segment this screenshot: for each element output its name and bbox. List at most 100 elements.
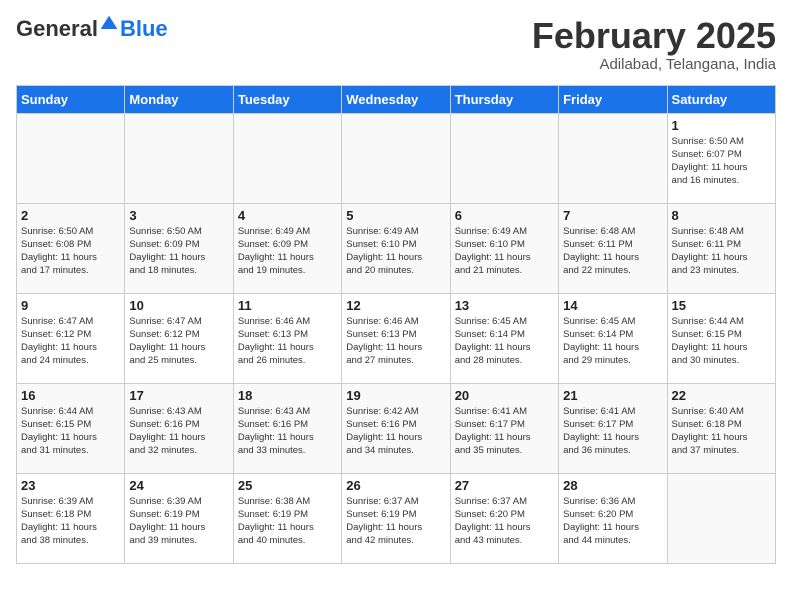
day-number: 7 [563, 208, 662, 223]
day-info: Sunrise: 6:44 AM Sunset: 6:15 PM Dayligh… [672, 315, 771, 368]
day-number: 2 [21, 208, 120, 223]
calendar-row: 2Sunrise: 6:50 AM Sunset: 6:08 PM Daylig… [17, 203, 776, 293]
day-info: Sunrise: 6:40 AM Sunset: 6:18 PM Dayligh… [672, 405, 771, 458]
table-row: 4Sunrise: 6:49 AM Sunset: 6:09 PM Daylig… [233, 203, 341, 293]
day-number: 19 [346, 388, 445, 403]
day-info: Sunrise: 6:39 AM Sunset: 6:18 PM Dayligh… [21, 495, 120, 548]
table-row: 14 Sunrise: 6:45 AM Sunset: 6:14 PM Dayli… [559, 293, 667, 383]
day-info: Sunrise: 6:46 AM Sunset: 6:13 PM Dayligh… [238, 315, 337, 368]
table-row: 8 Sunrise: 6:48 AM Sunset: 6:11 PM Daylig… [667, 203, 775, 293]
day-number: 23 [21, 478, 120, 493]
table-row: 17 Sunrise: 6:43 AM Sunset: 6:16 PM Dayli… [125, 383, 233, 473]
day-number: 3 [129, 208, 228, 223]
day-number: 20 [455, 388, 554, 403]
header-row: Sunday Monday Tuesday Wednesday Thursday… [17, 85, 776, 113]
col-monday: Monday [125, 85, 233, 113]
page-container: General Blue February 2025 Adilabad, Tel… [0, 0, 792, 572]
table-row: 20 Sunrise: 6:41 AM Sunset: 6:17 PM Dayli… [450, 383, 558, 473]
header: General Blue February 2025 Adilabad, Tel… [16, 16, 776, 73]
day-number: 5 [346, 208, 445, 223]
logo-general: General [16, 16, 98, 42]
table-row: 13Sunrise: 6:45 AM Sunset: 6:14 PM Dayli… [450, 293, 558, 383]
table-row: 23 Sunrise: 6:39 AM Sunset: 6:18 PM Dayli… [17, 473, 125, 563]
day-number: 6 [455, 208, 554, 223]
day-number: 28 [563, 478, 662, 493]
day-number: 25 [238, 478, 337, 493]
logo-icon [99, 14, 119, 34]
table-row: 21 Sunrise: 6:41 AM Sunset: 6:17 PM Dayli… [559, 383, 667, 473]
day-info: Sunrise: 6:37 AM Sunset: 6:20 PM Dayligh… [455, 495, 554, 548]
table-row: 5 Sunrise: 6:49 AM Sunset: 6:10 PM Daylig… [342, 203, 450, 293]
day-info: Sunrise: 6:41 AM Sunset: 6:17 PM Dayligh… [563, 405, 662, 458]
table-row [17, 113, 125, 203]
table-row: 1 Sunrise: 6:50 AM Sunset: 6:07 PM Daylig… [667, 113, 775, 203]
day-info: Sunrise: 6:45 AM Sunset: 6:14 PM Dayligh… [563, 315, 662, 368]
day-number: 14 [563, 298, 662, 313]
day-info: Sunrise: 6:43 AM Sunset: 6:16 PM Dayligh… [238, 405, 337, 458]
day-info: Sunrise: 6:49 AM Sunset: 6:10 PM Dayligh… [346, 225, 445, 278]
day-info: Sunrise: 6:48 AM Sunset: 6:11 PM Dayligh… [672, 225, 771, 278]
title-block: February 2025 Adilabad, Telangana, India [532, 16, 776, 73]
table-row: 28 Sunrise: 6:36 AM Sunset: 6:20 PM Dayli… [559, 473, 667, 563]
day-info: Sunrise: 6:46 AM Sunset: 6:13 PM Dayligh… [346, 315, 445, 368]
day-info: Sunrise: 6:41 AM Sunset: 6:17 PM Dayligh… [455, 405, 554, 458]
day-number: 22 [672, 388, 771, 403]
location: Adilabad, Telangana, India [532, 56, 776, 73]
day-info: Sunrise: 6:47 AM Sunset: 6:12 PM Dayligh… [129, 315, 228, 368]
day-info: Sunrise: 6:45 AM Sunset: 6:14 PM Dayligh… [455, 315, 554, 368]
table-row: 18 Sunrise: 6:43 AM Sunset: 6:16 PM Dayli… [233, 383, 341, 473]
table-row: 9 Sunrise: 6:47 AM Sunset: 6:12 PM Daylig… [17, 293, 125, 383]
table-row [450, 113, 558, 203]
table-row: 6Sunrise: 6:49 AM Sunset: 6:10 PM Daylig… [450, 203, 558, 293]
table-row: 24Sunrise: 6:39 AM Sunset: 6:19 PM Dayli… [125, 473, 233, 563]
col-friday: Friday [559, 85, 667, 113]
col-thursday: Thursday [450, 85, 558, 113]
day-info: Sunrise: 6:38 AM Sunset: 6:19 PM Dayligh… [238, 495, 337, 548]
day-number: 18 [238, 388, 337, 403]
logo-blue: Blue [120, 16, 168, 41]
table-row: 27 Sunrise: 6:37 AM Sunset: 6:20 PM Dayli… [450, 473, 558, 563]
day-number: 9 [21, 298, 120, 313]
day-info: Sunrise: 6:50 AM Sunset: 6:09 PM Dayligh… [129, 225, 228, 278]
table-row [342, 113, 450, 203]
day-number: 27 [455, 478, 554, 493]
table-row: 2Sunrise: 6:50 AM Sunset: 6:08 PM Daylig… [17, 203, 125, 293]
table-row [667, 473, 775, 563]
day-info: Sunrise: 6:39 AM Sunset: 6:19 PM Dayligh… [129, 495, 228, 548]
day-number: 15 [672, 298, 771, 313]
day-number: 8 [672, 208, 771, 223]
table-row: 12Sunrise: 6:46 AM Sunset: 6:13 PM Dayli… [342, 293, 450, 383]
table-row [559, 113, 667, 203]
col-tuesday: Tuesday [233, 85, 341, 113]
day-number: 16 [21, 388, 120, 403]
day-info: Sunrise: 6:42 AM Sunset: 6:16 PM Dayligh… [346, 405, 445, 458]
day-number: 21 [563, 388, 662, 403]
day-info: Sunrise: 6:47 AM Sunset: 6:12 PM Dayligh… [21, 315, 120, 368]
day-number: 17 [129, 388, 228, 403]
table-row: 15 Sunrise: 6:44 AM Sunset: 6:15 PM Dayli… [667, 293, 775, 383]
day-number: 1 [672, 118, 771, 133]
table-row: 16 Sunrise: 6:44 AM Sunset: 6:15 PM Dayli… [17, 383, 125, 473]
month-title: February 2025 [532, 16, 776, 56]
day-info: Sunrise: 6:37 AM Sunset: 6:19 PM Dayligh… [346, 495, 445, 548]
day-info: Sunrise: 6:50 AM Sunset: 6:07 PM Dayligh… [672, 135, 771, 188]
calendar-row: 23 Sunrise: 6:39 AM Sunset: 6:18 PM Dayli… [17, 473, 776, 563]
day-number: 11 [238, 298, 337, 313]
day-info: Sunrise: 6:43 AM Sunset: 6:16 PM Dayligh… [129, 405, 228, 458]
table-row: 25 Sunrise: 6:38 AM Sunset: 6:19 PM Dayli… [233, 473, 341, 563]
col-sunday: Sunday [17, 85, 125, 113]
col-saturday: Saturday [667, 85, 775, 113]
day-info: Sunrise: 6:48 AM Sunset: 6:11 PM Dayligh… [563, 225, 662, 278]
table-row: 26Sunrise: 6:37 AM Sunset: 6:19 PM Dayli… [342, 473, 450, 563]
table-row: 11 Sunrise: 6:46 AM Sunset: 6:13 PM Dayli… [233, 293, 341, 383]
day-number: 4 [238, 208, 337, 223]
table-row [233, 113, 341, 203]
col-wednesday: Wednesday [342, 85, 450, 113]
table-row: 19 Sunrise: 6:42 AM Sunset: 6:16 PM Dayli… [342, 383, 450, 473]
day-info: Sunrise: 6:44 AM Sunset: 6:15 PM Dayligh… [21, 405, 120, 458]
table-row [125, 113, 233, 203]
calendar-row: 16 Sunrise: 6:44 AM Sunset: 6:15 PM Dayli… [17, 383, 776, 473]
table-row: 7 Sunrise: 6:48 AM Sunset: 6:11 PM Daylig… [559, 203, 667, 293]
calendar-table: Sunday Monday Tuesday Wednesday Thursday… [16, 85, 776, 564]
day-info: Sunrise: 6:36 AM Sunset: 6:20 PM Dayligh… [563, 495, 662, 548]
